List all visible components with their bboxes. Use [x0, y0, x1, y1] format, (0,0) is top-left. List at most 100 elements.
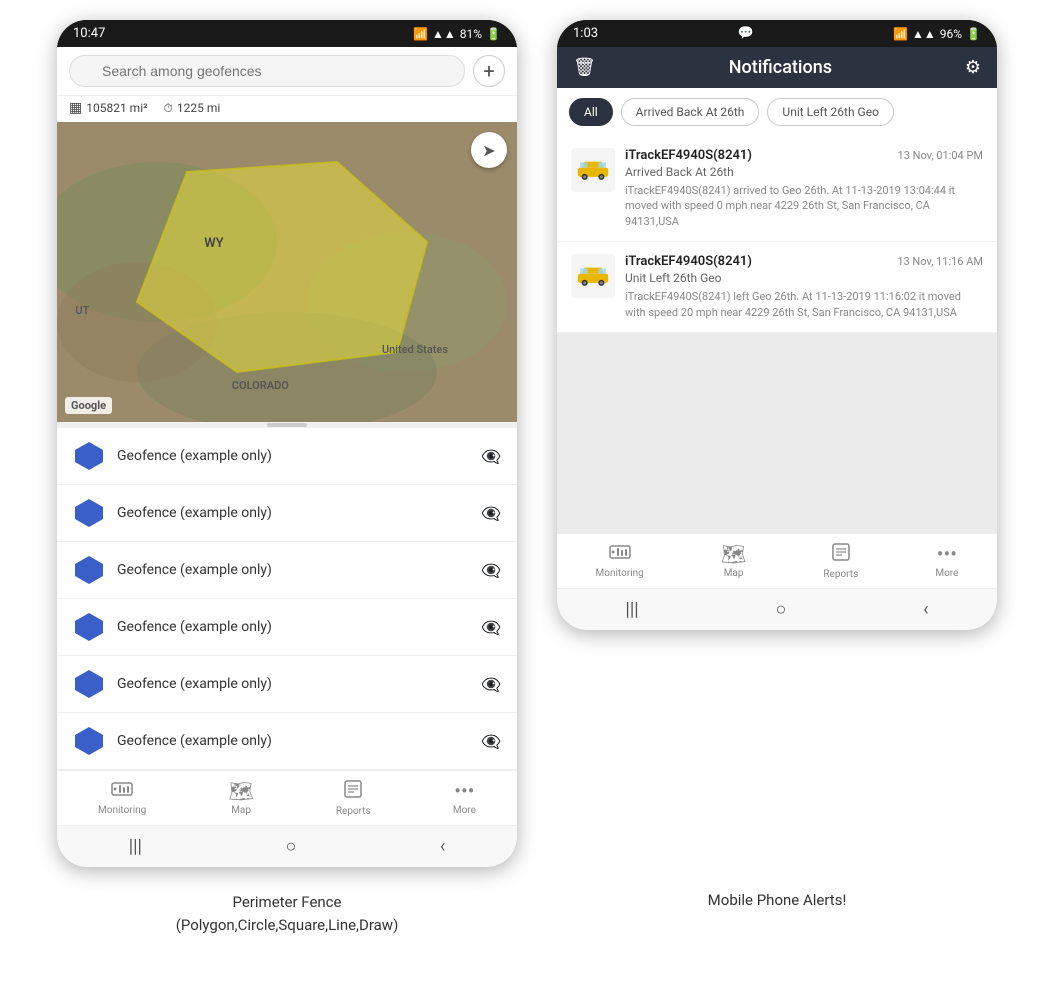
geofence-name-3: Geofence (example only) — [117, 562, 481, 578]
battery-icon-right: 🔋 — [966, 27, 981, 41]
nav-reports-label-right: Reports — [823, 569, 858, 580]
geofence-icon-2 — [73, 497, 105, 529]
left-phone: 10:47 📶 ▲▲ 81% 🔋 🔍 + ▦ 105821 — [57, 20, 517, 867]
eye-icon-3[interactable]: 👁‍🗨 — [481, 561, 501, 580]
caption-left-text: Perimeter Fence(Polygon,Circle,Square,Li… — [176, 893, 399, 934]
map-icon-left: 🗺 — [228, 779, 253, 803]
notification-item-2[interactable]: iTrackEF4940S(8241) 13 Nov, 11:16 AM Uni… — [557, 242, 997, 333]
eye-icon-6[interactable]: 👁‍🗨 — [481, 732, 501, 751]
map-label-colorado: COLORADO — [232, 379, 289, 392]
list-item[interactable]: Geofence (example only) 👁‍🗨 — [57, 656, 517, 713]
geofence-icon-1 — [73, 440, 105, 472]
notif-top-row-1: iTrackEF4940S(8241) 13 Nov, 01:04 PM — [625, 148, 983, 163]
chat-status-icon: 💬 — [737, 26, 753, 41]
android-menu-btn-right[interactable]: ||| — [625, 599, 638, 620]
nav-map-label-right: Map — [724, 568, 744, 579]
google-logo: Google — [65, 397, 112, 414]
clock-icon: ⏱ — [164, 101, 173, 116]
nav-map-right[interactable]: 🗺 Map — [721, 542, 746, 580]
nav-more-label-left: More — [453, 805, 476, 816]
nav-map-label-left: Map — [231, 805, 251, 816]
bottom-nav-left: Monitoring 🗺 Map Reports ••• More — [57, 770, 517, 825]
notif-content-2: iTrackEF4940S(8241) 13 Nov, 11:16 AM Uni… — [625, 254, 983, 320]
compass-button[interactable]: ➤ — [471, 132, 507, 168]
notif-time-1: 13 Nov, 01:04 PM — [898, 149, 983, 162]
settings-icon[interactable]: ⚙ — [965, 57, 981, 78]
search-wrap: 🔍 — [69, 55, 465, 87]
list-item[interactable]: Geofence (example only) 👁‍🗨 — [57, 542, 517, 599]
more-icon-right: ••• — [937, 542, 957, 566]
geofence-list: Geofence (example only) 👁‍🗨 Geofence (ex… — [57, 428, 517, 770]
nav-reports-right[interactable]: Reports — [823, 542, 858, 580]
geofence-name-1: Geofence (example only) — [117, 448, 481, 464]
battery-pct: 81% — [460, 27, 482, 41]
map-label-us: United States — [382, 343, 448, 356]
tab-arrived-back[interactable]: Arrived Back At 26th — [621, 98, 760, 126]
caption-right: Mobile Phone Alerts! — [557, 891, 997, 936]
nav-monitoring-label-right: Monitoring — [596, 568, 644, 579]
notif-body-2: iTrackEF4940S(8241) left Geo 26th. At 11… — [625, 289, 983, 320]
android-home-btn-right[interactable]: ○ — [775, 599, 786, 620]
list-item[interactable]: Geofence (example only) 👁‍🗨 — [57, 713, 517, 770]
geofence-name-2: Geofence (example only) — [117, 505, 481, 521]
left-status-bar: 10:47 📶 ▲▲ 81% 🔋 — [57, 20, 517, 47]
android-menu-btn-left[interactable]: ||| — [129, 836, 142, 857]
eye-icon-1[interactable]: 👁‍🗨 — [481, 447, 501, 466]
eye-icon-2[interactable]: 👁‍🗨 — [481, 504, 501, 523]
nav-reports-left[interactable]: Reports — [336, 779, 371, 817]
device-name-1: iTrackEF4940S(8241) — [625, 148, 752, 163]
car-avatar-1 — [571, 148, 615, 192]
tab-all[interactable]: All — [569, 98, 613, 126]
filter-tabs: All Arrived Back At 26th Unit Left 26th … — [557, 88, 997, 136]
nav-monitoring-left[interactable]: Monitoring — [98, 779, 146, 817]
nav-more-label-right: More — [935, 568, 958, 579]
nav-reports-label-left: Reports — [336, 806, 371, 817]
tab-unit-left[interactable]: Unit Left 26th Geo — [767, 98, 894, 126]
android-back-btn-left[interactable]: ‹ — [440, 836, 445, 857]
list-item[interactable]: Geofence (example only) 👁‍🗨 — [57, 599, 517, 656]
search-bar-area: 🔍 + — [57, 47, 517, 96]
bottom-nav-right: Monitoring 🗺 Map Reports ••• More — [557, 533, 997, 588]
distance-value: 1225 mi — [177, 101, 220, 115]
map-label-wy: WY — [204, 236, 223, 251]
wifi-icon: 📶 — [413, 27, 428, 41]
search-input[interactable] — [69, 55, 465, 87]
delete-icon[interactable]: 🗑 — [573, 57, 596, 78]
geofence-icon-4 — [73, 611, 105, 643]
notif-top-row-2: iTrackEF4940S(8241) 13 Nov, 11:16 AM — [625, 254, 983, 269]
map-stats: ▦ 105821 mi² ⏱ 1225 mi — [57, 96, 517, 122]
notification-item-1[interactable]: iTrackEF4940S(8241) 13 Nov, 01:04 PM Arr… — [557, 136, 997, 242]
right-phone: 1:03 💬 📶 ▲▲ 96% 🔋 🗑 Notifications ⚙ All … — [557, 20, 997, 630]
geofence-icon-5 — [73, 668, 105, 700]
nav-map-left[interactable]: 🗺 Map — [228, 779, 253, 817]
list-item[interactable]: Geofence (example only) 👁‍🗨 — [57, 485, 517, 542]
geofence-name-4: Geofence (example only) — [117, 619, 481, 635]
eye-icon-4[interactable]: 👁‍🗨 — [481, 618, 501, 637]
device-name-2: iTrackEF4940S(8241) — [625, 254, 752, 269]
notifications-header: 🗑 Notifications ⚙ — [557, 47, 997, 88]
notifications-empty-area — [557, 333, 997, 533]
android-home-btn-left[interactable]: ○ — [285, 836, 296, 857]
geofence-name-5: Geofence (example only) — [117, 676, 481, 692]
geofence-icon-6 — [73, 725, 105, 757]
wifi-icon-right: 📶 — [893, 27, 908, 41]
notification-list: iTrackEF4940S(8241) 13 Nov, 01:04 PM Arr… — [557, 136, 997, 333]
right-time: 1:03 — [573, 26, 598, 41]
nav-monitoring-right[interactable]: Monitoring — [596, 542, 644, 580]
map-label-ut: UT — [75, 304, 89, 317]
android-back-btn-right[interactable]: ‹ — [923, 599, 928, 620]
map-icon-right: 🗺 — [721, 542, 746, 566]
android-nav-right: ||| ○ ‹ — [557, 588, 997, 630]
add-geofence-button[interactable]: + — [473, 55, 505, 87]
nav-monitoring-label-left: Monitoring — [98, 805, 146, 816]
captions-row: Perimeter Fence(Polygon,Circle,Square,Li… — [20, 891, 1034, 936]
reports-icon-left — [343, 779, 363, 804]
car-avatar-2 — [571, 254, 615, 298]
notifications-title: Notifications — [596, 57, 965, 78]
nav-more-right[interactable]: ••• More — [935, 542, 958, 580]
scroll-pill — [267, 423, 307, 427]
eye-icon-5[interactable]: 👁‍🗨 — [481, 675, 501, 694]
list-item[interactable]: Geofence (example only) 👁‍🗨 — [57, 428, 517, 485]
nav-more-left[interactable]: ••• More — [453, 779, 476, 817]
caption-right-text: Mobile Phone Alerts! — [708, 891, 847, 909]
